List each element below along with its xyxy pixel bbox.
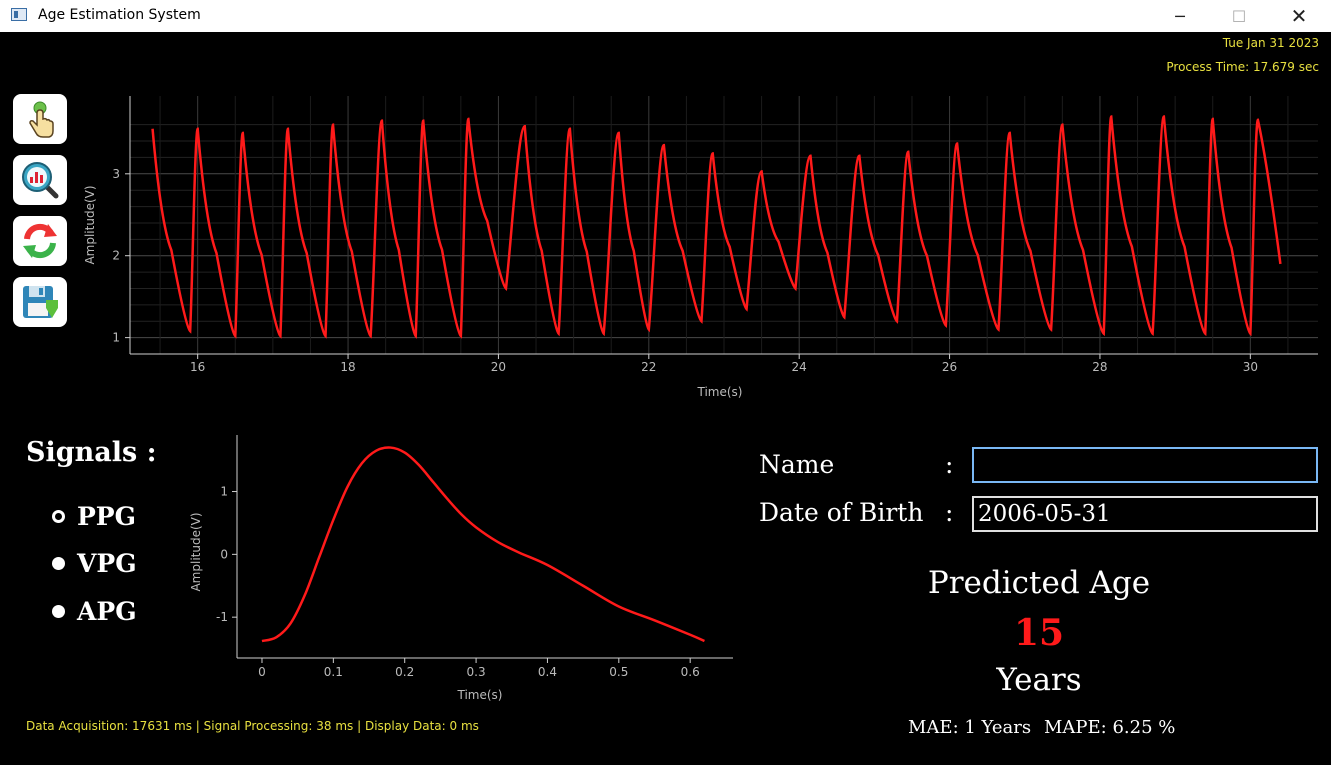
y-tick-label: 3 [112,167,120,181]
x-tick-label: 22 [641,360,656,374]
mae-value: MAE: 1 Years [908,717,1032,738]
ppg-signal-line [151,115,1282,339]
status-bar: Data Acquisition: 17631 ms | Signal Proc… [26,719,479,733]
pulse-waveform-line [261,446,705,643]
main-chart-xlabel: Time(s) [697,385,743,399]
signals-title: Signals : [26,437,157,468]
predicted-age-title: Predicted Age [927,565,1151,601]
x-tick-label: 0.1 [324,665,343,679]
radio-apg[interactable]: APG [52,597,137,626]
predicted-age-value: 15 [1013,612,1065,654]
radio-vpg-label: VPG [77,549,137,578]
x-tick-label: 0.4 [538,665,557,679]
x-tick-label: 26 [942,360,957,374]
x-tick-label: 0 [258,665,266,679]
y-tick-label: 1 [220,485,228,499]
pulse-waveform-chart: 0 0.1 0.2 0.3 0.4 0.5 0.6 -1 0 1 Time(s) Amplitud… [189,435,733,702]
radio-apg-label: APG [77,597,137,626]
dob-input[interactable] [972,496,1318,532]
y-tick-label: 1 [112,331,120,345]
radio-ppg[interactable]: PPG [52,502,136,531]
x-tick-label: 18 [340,360,355,374]
y-tick-label: 0 [220,547,228,561]
x-tick-label: 28 [1092,360,1107,374]
x-tick-label: 20 [491,360,506,374]
radio-ppg-label: PPG [77,502,136,531]
dob-colon: : [945,498,954,527]
pulse-chart-ylabel: Amplitude(V) [189,512,203,591]
x-tick-label: 0.6 [681,665,700,679]
name-label: Name [759,450,835,479]
x-tick-label: 0.3 [467,665,486,679]
main-chart-ylabel: Amplitude(V) [83,185,97,264]
x-tick-label: 24 [792,360,807,374]
radio-apg-indicator [52,605,65,618]
predicted-age-unit: Years [996,662,1082,698]
name-input[interactable] [972,447,1318,483]
radio-ppg-indicator [52,510,65,523]
y-tick-label: -1 [216,610,228,624]
ppg-signal-chart: 16 18 20 22 24 26 28 30 1 2 3 Time(s) Amplitude(V) [83,96,1318,399]
x-tick-label: 16 [190,360,205,374]
pulse-chart-xlabel: Time(s) [457,688,503,702]
x-tick-label: 0.2 [395,665,414,679]
x-tick-label: 0.5 [609,665,628,679]
y-tick-label: 2 [112,249,120,263]
x-tick-label: 30 [1243,360,1258,374]
mape-value: MAPE: 6.25 % [1044,717,1176,738]
radio-vpg[interactable]: VPG [52,549,137,578]
name-colon: : [945,450,954,479]
dob-label: Date of Birth [759,498,924,527]
radio-vpg-indicator [52,557,65,570]
